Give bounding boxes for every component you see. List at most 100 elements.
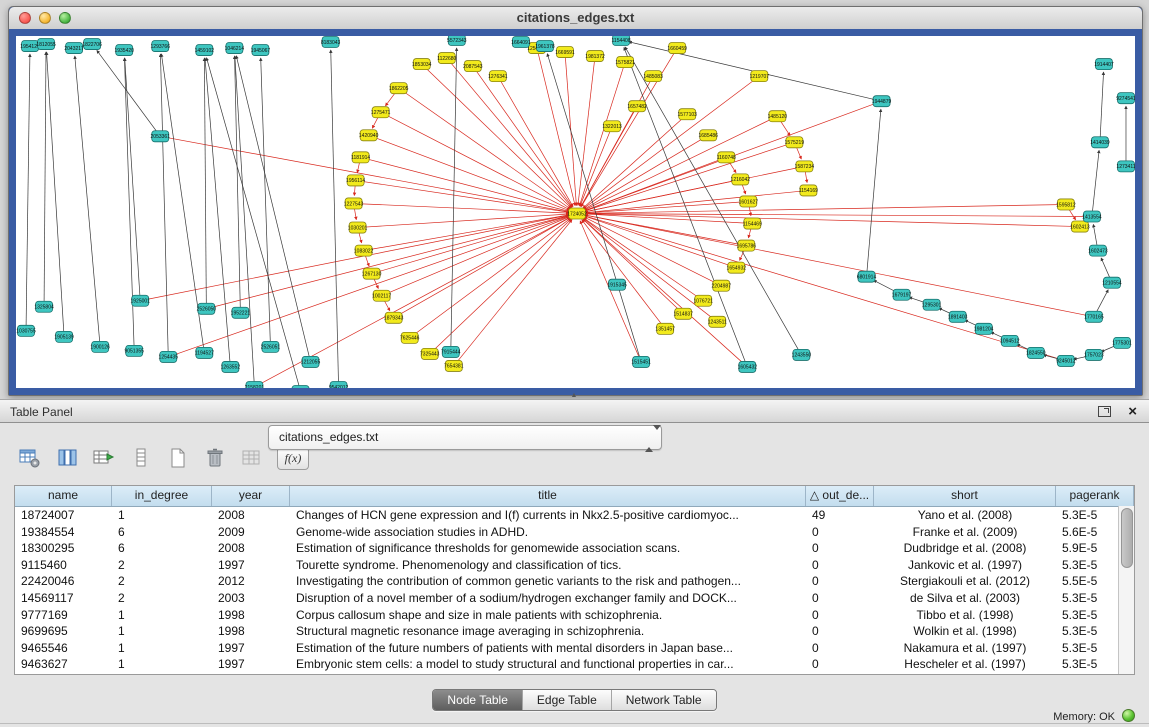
graph-node[interactable]: 7325443 [420, 348, 440, 359]
graph-node[interactable]: 1657482 [627, 101, 647, 112]
table-row[interactable]: 911546021997Tourette syndrome. Phenomeno… [15, 557, 1134, 574]
table-row[interactable]: 1872400712008Changes of HCN gene express… [15, 507, 1134, 524]
tab-network-table[interactable]: Network Table [611, 690, 716, 710]
row-height-button[interactable] [129, 446, 153, 470]
graph-node[interactable]: 1030201 [348, 222, 368, 233]
graph-node[interactable]: 1891403 [948, 311, 968, 322]
graph-node[interactable]: 1602413 [1070, 221, 1090, 232]
graph-node[interactable]: 2158201 [245, 381, 265, 388]
table-row[interactable]: 946554611997Estimation of the future num… [15, 640, 1134, 657]
graph-node[interactable]: 1515451 [631, 356, 651, 367]
graph-node[interactable]: 1325804 [34, 301, 54, 312]
graph-node[interactable]: 1879343 [384, 312, 404, 323]
table-row[interactable]: 2242004622012Investigating the contribut… [15, 573, 1134, 590]
column-header-name[interactable]: name [15, 486, 112, 506]
graph-node[interactable]: 1952221 [231, 307, 251, 318]
graph-node[interactable]: 1806043 [291, 385, 311, 388]
show-columns-button[interactable] [55, 446, 79, 470]
graph-node[interactable]: 1351457 [655, 323, 675, 334]
graph-node[interactable]: 1459102 [195, 45, 215, 56]
graph-node[interactable]: 1413554 [1082, 211, 1102, 222]
graph-node[interactable]: 1900126 [90, 341, 110, 352]
graph-node[interactable]: 1094512 [1000, 335, 1020, 346]
graph-node[interactable]: 1914407 [1094, 59, 1114, 70]
graph-node[interactable]: 1944879 [872, 96, 892, 107]
graph-node[interactable]: 1216042 [731, 174, 751, 185]
graph-node[interactable]: 1757023 [1084, 349, 1104, 360]
delete-column-button[interactable] [203, 446, 227, 470]
graph-node[interactable]: 1414039 [1090, 137, 1110, 148]
graph-node[interactable]: 1945067 [251, 45, 271, 56]
graph-node[interactable]: 1660459 [667, 43, 687, 54]
new-column-button[interactable] [166, 446, 190, 470]
column-header-title[interactable]: title [290, 486, 806, 506]
graph-node[interactable]: 1160748 [717, 152, 736, 163]
graph-node[interactable]: 1685486 [699, 130, 719, 141]
graph-node[interactable]: 1275471 [371, 107, 391, 118]
float-panel-icon[interactable] [1098, 406, 1111, 417]
graph-node[interactable]: 1254435 [159, 351, 179, 362]
table-row[interactable]: 1456911722003Disruption of a novel membe… [15, 590, 1134, 607]
table-row[interactable]: 1830029562008Estimation of significance … [15, 540, 1134, 557]
graph-node[interactable]: 1575219 [785, 137, 805, 148]
network-file-select[interactable]: citations_edges.txt [268, 425, 662, 450]
network-graph[interactable]: 1724052185303418622051275471142094011819… [16, 36, 1135, 388]
graph-node[interactable]: 1514837 [673, 308, 693, 319]
graph-node[interactable]: 1695786 [737, 240, 757, 251]
graph-node[interactable]: 6801914 [857, 271, 877, 282]
graph-node[interactable]: 2526050 [197, 303, 217, 314]
graph-node[interactable]: 1935420 [114, 45, 134, 56]
table-row[interactable]: 946362711997Embryonic stem cells: a mode… [15, 656, 1134, 673]
tab-node-table[interactable]: Node Table [433, 690, 522, 710]
table-settings-button[interactable] [18, 446, 42, 470]
graph-node[interactable]: 1775301 [1112, 337, 1132, 348]
graph-node[interactable]: 1925001 [130, 295, 150, 306]
import-table-button[interactable] [92, 446, 116, 470]
graph-node[interactable]: 1577103 [677, 109, 697, 120]
graph-node[interactable]: 1030755 [16, 325, 36, 336]
column-header-short[interactable]: short [874, 486, 1056, 506]
graph-node[interactable]: 1602473 [1088, 245, 1108, 256]
graph-node[interactable]: 1601627 [739, 196, 759, 207]
graph-node[interactable]: 1485120 [768, 111, 788, 122]
graph-node[interactable]: 1915345 [607, 279, 627, 290]
table-row[interactable]: 1938455462009Genome-wide association stu… [15, 524, 1134, 541]
graph-node[interactable]: 1822706 [82, 39, 102, 50]
graph-node[interactable]: 1575821 [615, 57, 635, 68]
graph-node[interactable]: 1002117 [372, 290, 391, 301]
graph-node[interactable]: 1219707 [750, 71, 770, 82]
graph-node[interactable]: 1322013 [602, 121, 622, 132]
graph-node[interactable]: 1076721 [693, 295, 713, 306]
graph-node[interactable]: 1587234 [795, 161, 815, 172]
tab-edge-table[interactable]: Edge Table [522, 690, 611, 710]
graph-node[interactable]: 1605432 [738, 361, 758, 372]
graph-node[interactable]: 1862205 [389, 83, 409, 94]
graph-node[interactable]: 1154469 [743, 218, 762, 229]
column-header-in_degree[interactable]: in_degree [112, 486, 212, 506]
graph-node[interactable]: 1485083 [643, 71, 663, 82]
graph-node[interactable]: 1595812 [1056, 199, 1076, 210]
graph-node[interactable]: 1669591 [555, 47, 575, 58]
disabled-table-button[interactable] [240, 446, 264, 470]
graph-node[interactable]: 1961378 [535, 41, 555, 52]
graph-node[interactable]: 1046214 [225, 43, 245, 54]
graph-node[interactable]: 1293766 [151, 41, 171, 52]
graph-node[interactable]: 1664091 [511, 37, 531, 48]
graph-node[interactable]: 1212055 [301, 356, 321, 367]
graph-node[interactable]: 1724052 [567, 208, 587, 219]
window-titlebar[interactable]: citations_edges.txt [9, 7, 1142, 30]
graph-node[interactable]: 1181914 [351, 152, 370, 163]
graph-node[interactable]: 7915444 [441, 346, 461, 357]
network-canvas[interactable]: 1724052185303418622051275471142094011819… [16, 36, 1135, 388]
graph-node[interactable]: 9542012 [329, 381, 349, 388]
graph-node[interactable]: 1276341 [488, 71, 508, 82]
graph-node[interactable]: 2204987 [712, 280, 732, 291]
graph-node[interactable]: 1420940 [359, 130, 379, 141]
graph-node[interactable]: 1194527 [195, 347, 214, 358]
graph-node[interactable]: 1679197 [892, 289, 912, 300]
graph-node[interactable]: 9051355 [124, 345, 144, 356]
graph-node[interactable]: 1824550 [1026, 347, 1046, 358]
graph-node[interactable]: 1210554 [1102, 277, 1122, 288]
graph-node[interactable]: 7625446 [400, 332, 420, 343]
graph-node[interactable]: 1981204 [974, 323, 994, 334]
